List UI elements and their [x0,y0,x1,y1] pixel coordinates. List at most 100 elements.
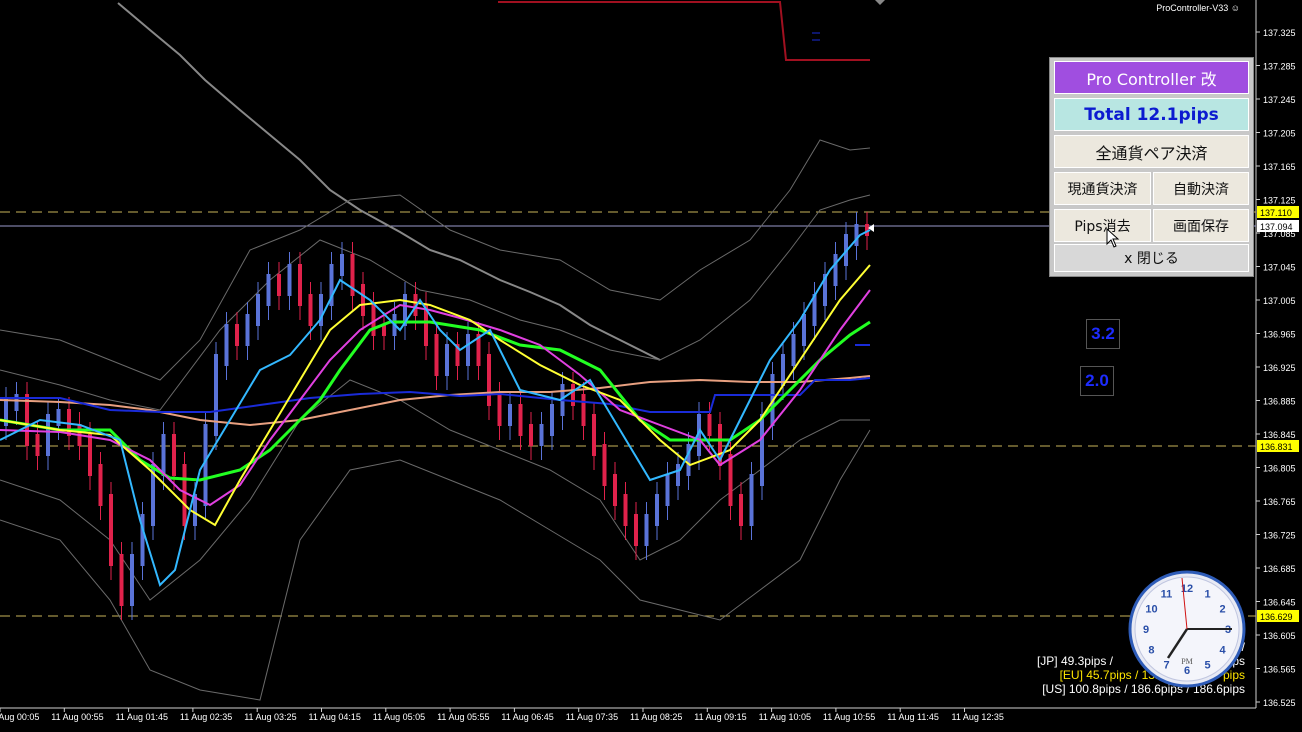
time-tick-label: 11 Aug 05:05 [373,712,425,722]
price-tick-label: 137.045 [1263,263,1296,273]
candle-body [581,394,586,426]
candle-body [256,294,260,326]
candle-body [665,474,670,506]
pip-value-box-1: 3.2 [1086,319,1120,349]
time-axis-ticks: 11 Aug 00:05 11 Aug 00:55 11 Aug 01:45 11 A… [0,708,1004,722]
analog-clock: 121234567891011 PM [1128,570,1246,688]
indicator-name: ProController-V33 [1156,3,1229,13]
close-panel-button[interactable]: x 閉じる [1054,244,1249,272]
candle-body [802,314,806,346]
time-tick-label: 11 Aug 05:55 [437,712,489,722]
price-marker-label: 137.094 [1260,222,1293,232]
time-tick-label: 11 Aug 10:55 [823,712,875,722]
time-tick-label: 11 Aug 00:55 [51,712,103,722]
clock-numeral: 10 [1145,604,1157,616]
candle-body [539,424,544,446]
candle-body [676,464,680,486]
candle-body [644,514,649,546]
candle-body [550,404,554,436]
price-tick-label: 137.125 [1263,196,1296,206]
candle-body [35,434,40,456]
time-tick-label: 11 Aug 04:15 [309,712,361,722]
mouse-cursor-icon [1106,228,1120,248]
price-tick-label: 137.005 [1263,296,1296,306]
price-marker-label: 136.629 [1260,612,1293,622]
price-tick-label: 136.725 [1263,531,1296,541]
price-tick-label: 136.925 [1263,363,1296,373]
candle-body [287,264,292,296]
price-tick-label: 136.965 [1263,330,1296,340]
save-screen-button[interactable]: 画面保存 [1153,209,1249,242]
close-current-pair-button[interactable]: 現通貨決済 [1054,172,1151,205]
price-tick-label: 136.765 [1263,497,1296,507]
candle-body [749,474,754,526]
price-tick-label: 136.525 [1263,698,1296,708]
candle-body [466,334,470,366]
price-tick-label: 137.245 [1263,95,1296,105]
candle-body [277,274,281,296]
clock-numeral: 1 [1204,588,1210,600]
price-axis-ticks: 137.325 137.285 137.245 137.205 137.165 137.1… [1256,28,1296,708]
price-tick-label: 137.285 [1263,62,1296,72]
pro-controller-title[interactable]: Pro Controller 改 [1054,61,1249,94]
time-tick-label: 11 Aug 06:45 [501,712,553,722]
price-tick-label: 136.605 [1263,631,1296,641]
candle-body [14,394,19,411]
candle-body [497,394,502,426]
candle-body [739,494,743,526]
price-marker-label: 136.831 [1260,442,1293,452]
time-tick-label: 11 Aug 01:45 [116,712,168,722]
candle-body [298,264,302,306]
clear-pips-button[interactable]: Pips消去 [1054,209,1151,242]
candle-body [361,284,365,316]
candle-body [508,404,512,426]
candle-body [707,414,712,436]
time-tick-label: 11 Aug 09:15 [694,712,746,722]
auto-close-button[interactable]: 自動決済 [1153,172,1249,205]
candle-body [518,404,523,436]
candle-body [613,474,617,506]
candle-body [634,514,638,546]
pro-controller-panel: Pro Controller 改 Total 12.1pips 全通貨ペア決済 … [1049,57,1254,277]
candle-body [172,434,176,476]
candle-body [602,444,607,486]
time-tick-label: 11 Aug 07:35 [566,712,618,722]
candle-body [445,344,449,376]
chart-shift-icon[interactable] [875,0,885,5]
smiley-icon: ☺ [1230,3,1240,13]
candle-body [119,554,124,606]
candle-body [266,274,271,306]
trading-chart-window: { "indicator_label": "ProController-V33"… [0,0,1302,732]
candle-body [245,314,250,346]
candle-body [308,294,313,326]
candle-body [235,324,239,346]
stats-jp-text: [JP] 49.3pips / [1036,654,1113,668]
candle-body [109,494,113,566]
clock-period: PM [1181,657,1193,666]
indicator-name-label: ProController-V33 ☺ [1156,3,1240,13]
clock-numeral: 2 [1219,604,1225,616]
candle-body [623,494,628,526]
time-tick-label: 11 Aug 02:35 [180,712,232,722]
candle-body [529,424,533,446]
candlestick-series [4,212,869,620]
clock-numeral: 7 [1163,660,1169,672]
price-tick-label: 136.685 [1263,564,1296,574]
total-pips-display: Total 12.1pips [1054,98,1249,131]
long-ma-line [0,375,871,427]
time-tick-label: 11 Aug 03:25 [244,712,296,722]
upper-band-1 [0,194,871,411]
candle-body [655,494,659,526]
candle-body [854,224,859,246]
close-all-pairs-button[interactable]: 全通貨ペア決済 [1054,135,1249,168]
candle-body [791,334,796,366]
price-tick-label: 136.805 [1263,464,1296,474]
clock-numeral: 9 [1143,624,1149,636]
candle-body [130,554,134,606]
price-tick-label: 137.205 [1263,129,1296,139]
clock-numeral: 4 [1219,645,1226,657]
clock-numeral: 6 [1184,665,1190,677]
candle-body [833,254,838,286]
candle-body [98,464,103,506]
candle-body [487,354,491,406]
